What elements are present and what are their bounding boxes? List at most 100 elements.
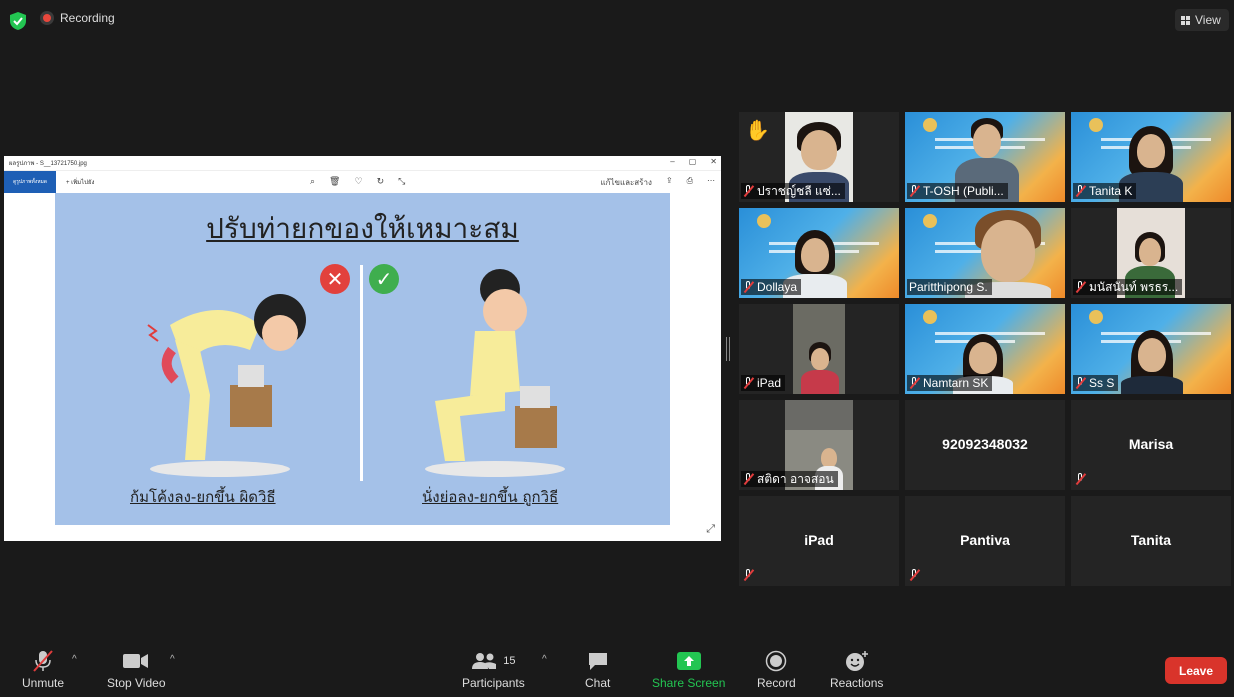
add-to-button: + เพิ่มไปยัง [66,180,95,186]
participant-tile[interactable]: Namtarn SK [905,304,1065,394]
view-label: View [1195,13,1221,27]
reactions-button[interactable]: Reactions [830,650,883,690]
participant-name: Marisa [1128,436,1174,452]
stop-video-button[interactable]: Stop Video [107,650,166,690]
mic-muted-icon [743,281,754,293]
correct-mark-icon: ✓ [369,264,399,294]
record-button[interactable]: Record [757,650,796,690]
lifting-posture-poster: ปรับท่ายกของให้เหมาะสม ✕ ✓ ก้มโค้งลง-ยกข… [55,193,670,525]
mic-muted-icon [1075,473,1086,485]
mic-muted-icon [909,185,920,197]
wrong-caption: ก้มโค้งลง-ยกขึ้น ผิดวิธี [130,488,276,506]
security-shield-icon[interactable] [10,12,26,30]
shared-window-titlebar: ผลรูปภาพ - S__13721750.jpg – ▢ ✕ [4,156,721,171]
poster-divider [360,265,363,481]
participant-video [793,304,845,394]
leave-button[interactable]: Leave [1165,657,1227,684]
correct-posture-illustration [425,269,565,477]
participant-tile[interactable]: มนัสนันท์ พรธร... [1071,208,1231,298]
participant-tile[interactable]: Marisa [1071,400,1231,490]
microphone-muted-icon [31,650,55,672]
smiley-plus-icon [845,650,869,672]
record-label: Record [757,676,796,690]
all-photos-button: ดูรูปภาพทั้งหมด [4,171,56,193]
participant-name-tag: iPad [741,375,786,391]
viewer-tool-icons: ⌕ 🗑 ♡ ↻ ⤡ [310,176,406,186]
chat-label: Chat [585,676,611,690]
participant-tile[interactable]: 92092348032 [905,400,1065,490]
video-camera-icon [123,650,149,672]
participants-icon: 15 [471,650,515,672]
mic-muted-icon [743,185,754,197]
participant-tile[interactable]: Pantiva [905,496,1065,586]
participant-name-tag: สติดา อาจสอน [741,471,838,487]
panel-splitter-handle[interactable] [726,337,730,361]
mic-muted-icon [743,569,754,581]
participant-tile[interactable]: สติดา อาจสอน [739,400,899,490]
participant-name-tag [741,567,758,583]
participant-name-tag [1073,471,1090,487]
participant-name-tag: T-OSH (Publi... [907,183,1008,199]
mic-muted-icon [1075,281,1086,293]
expand-icon[interactable]: ⤢ [706,523,715,536]
participant-name-tag: Dollaya [741,279,802,295]
participants-label: Participants [462,676,525,690]
mic-muted-icon [909,569,920,581]
view-button[interactable]: View [1175,9,1229,31]
mic-muted-icon [1075,377,1086,389]
participant-tile-active-speaker[interactable]: Paritthipong S. [905,208,1065,298]
participant-name: iPad [804,532,834,548]
participant-tile[interactable]: Tanita K [1071,112,1231,202]
reactions-label: Reactions [830,676,884,690]
stop-video-label: Stop Video [107,676,166,690]
grid-view-icon [1181,15,1190,25]
share-screen-button[interactable]: Share Screen [652,650,725,690]
participants-options-chevron-icon[interactable]: ^ [542,654,547,665]
audio-options-chevron-icon[interactable]: ^ [72,654,77,665]
participant-name-tag: Ss S [1073,375,1119,391]
video-options-chevron-icon[interactable]: ^ [170,654,175,665]
shared-window-title: ผลรูปภาพ - S__13721750.jpg [9,161,87,167]
unmute-button[interactable]: Unmute [22,650,64,690]
participant-name-tag: Namtarn SK [907,375,993,391]
recording-label: Recording [60,11,115,25]
mic-muted-icon [909,377,920,389]
participant-name: Tanita [1130,532,1172,548]
chat-button[interactable]: Chat [585,650,610,690]
photo-viewer-toolbar: ดูรูปภาพทั้งหมด + เพิ่มไปยัง ⌕ 🗑 ♡ ↻ ⤡ แก้ไข… [4,171,721,193]
wrong-mark-icon: ✕ [320,264,350,294]
raised-hand-icon: ✋ [745,120,770,142]
mic-muted-icon [743,377,754,389]
mic-muted-icon [1075,185,1086,197]
participant-name-tag: Paritthipong S. [907,279,992,295]
participant-tile[interactable]: Tanita [1071,496,1231,586]
participants-button[interactable]: 15 Participants [462,650,525,690]
participant-name-tag: ปราชญ์ชลี แซ่... [741,183,845,199]
correct-caption: นั่งย่อลง-ยกขึ้น ถูกวิธี [422,488,559,506]
participant-name-tag: มนัสนันท์ พรธร... [1073,279,1183,295]
window-controls: – ▢ ✕ [670,157,717,166]
participant-tile[interactable]: iPad [739,304,899,394]
share-screen-icon [676,650,701,672]
participant-tile[interactable]: Ss S [1071,304,1231,394]
participants-count: 15 [503,655,516,667]
recording-indicator[interactable]: Recording [40,11,115,25]
shared-screen[interactable]: ผลรูปภาพ - S__13721750.jpg – ▢ ✕ ดูรูปภาพท… [4,156,721,541]
chat-bubble-icon [587,650,609,672]
participant-name: Pantiva [960,532,1010,548]
participant-tile[interactable]: iPad [739,496,899,586]
viewer-right-icons: แก้ไขและสร้าง ⇪ ⎙ ⋯ [600,176,715,187]
participant-name-tag: Tanita K [1073,183,1137,199]
mic-muted-icon [743,473,754,485]
participant-tile[interactable]: Dollaya [739,208,899,298]
poster-title: ปรับท่ายกของให้เหมาะสม [206,212,519,245]
record-icon [765,650,787,672]
participant-tile[interactable]: ✋ ปราชญ์ชลี แซ่... [739,112,899,202]
unmute-label: Unmute [22,676,65,690]
participant-name: 92092348032 [942,436,1028,452]
participant-tile[interactable]: T-OSH (Publi... [905,112,1065,202]
recording-icon [40,11,54,25]
wrong-posture-illustration [147,294,306,477]
share-screen-label: Share Screen [652,676,726,690]
participant-name-tag [907,567,924,583]
